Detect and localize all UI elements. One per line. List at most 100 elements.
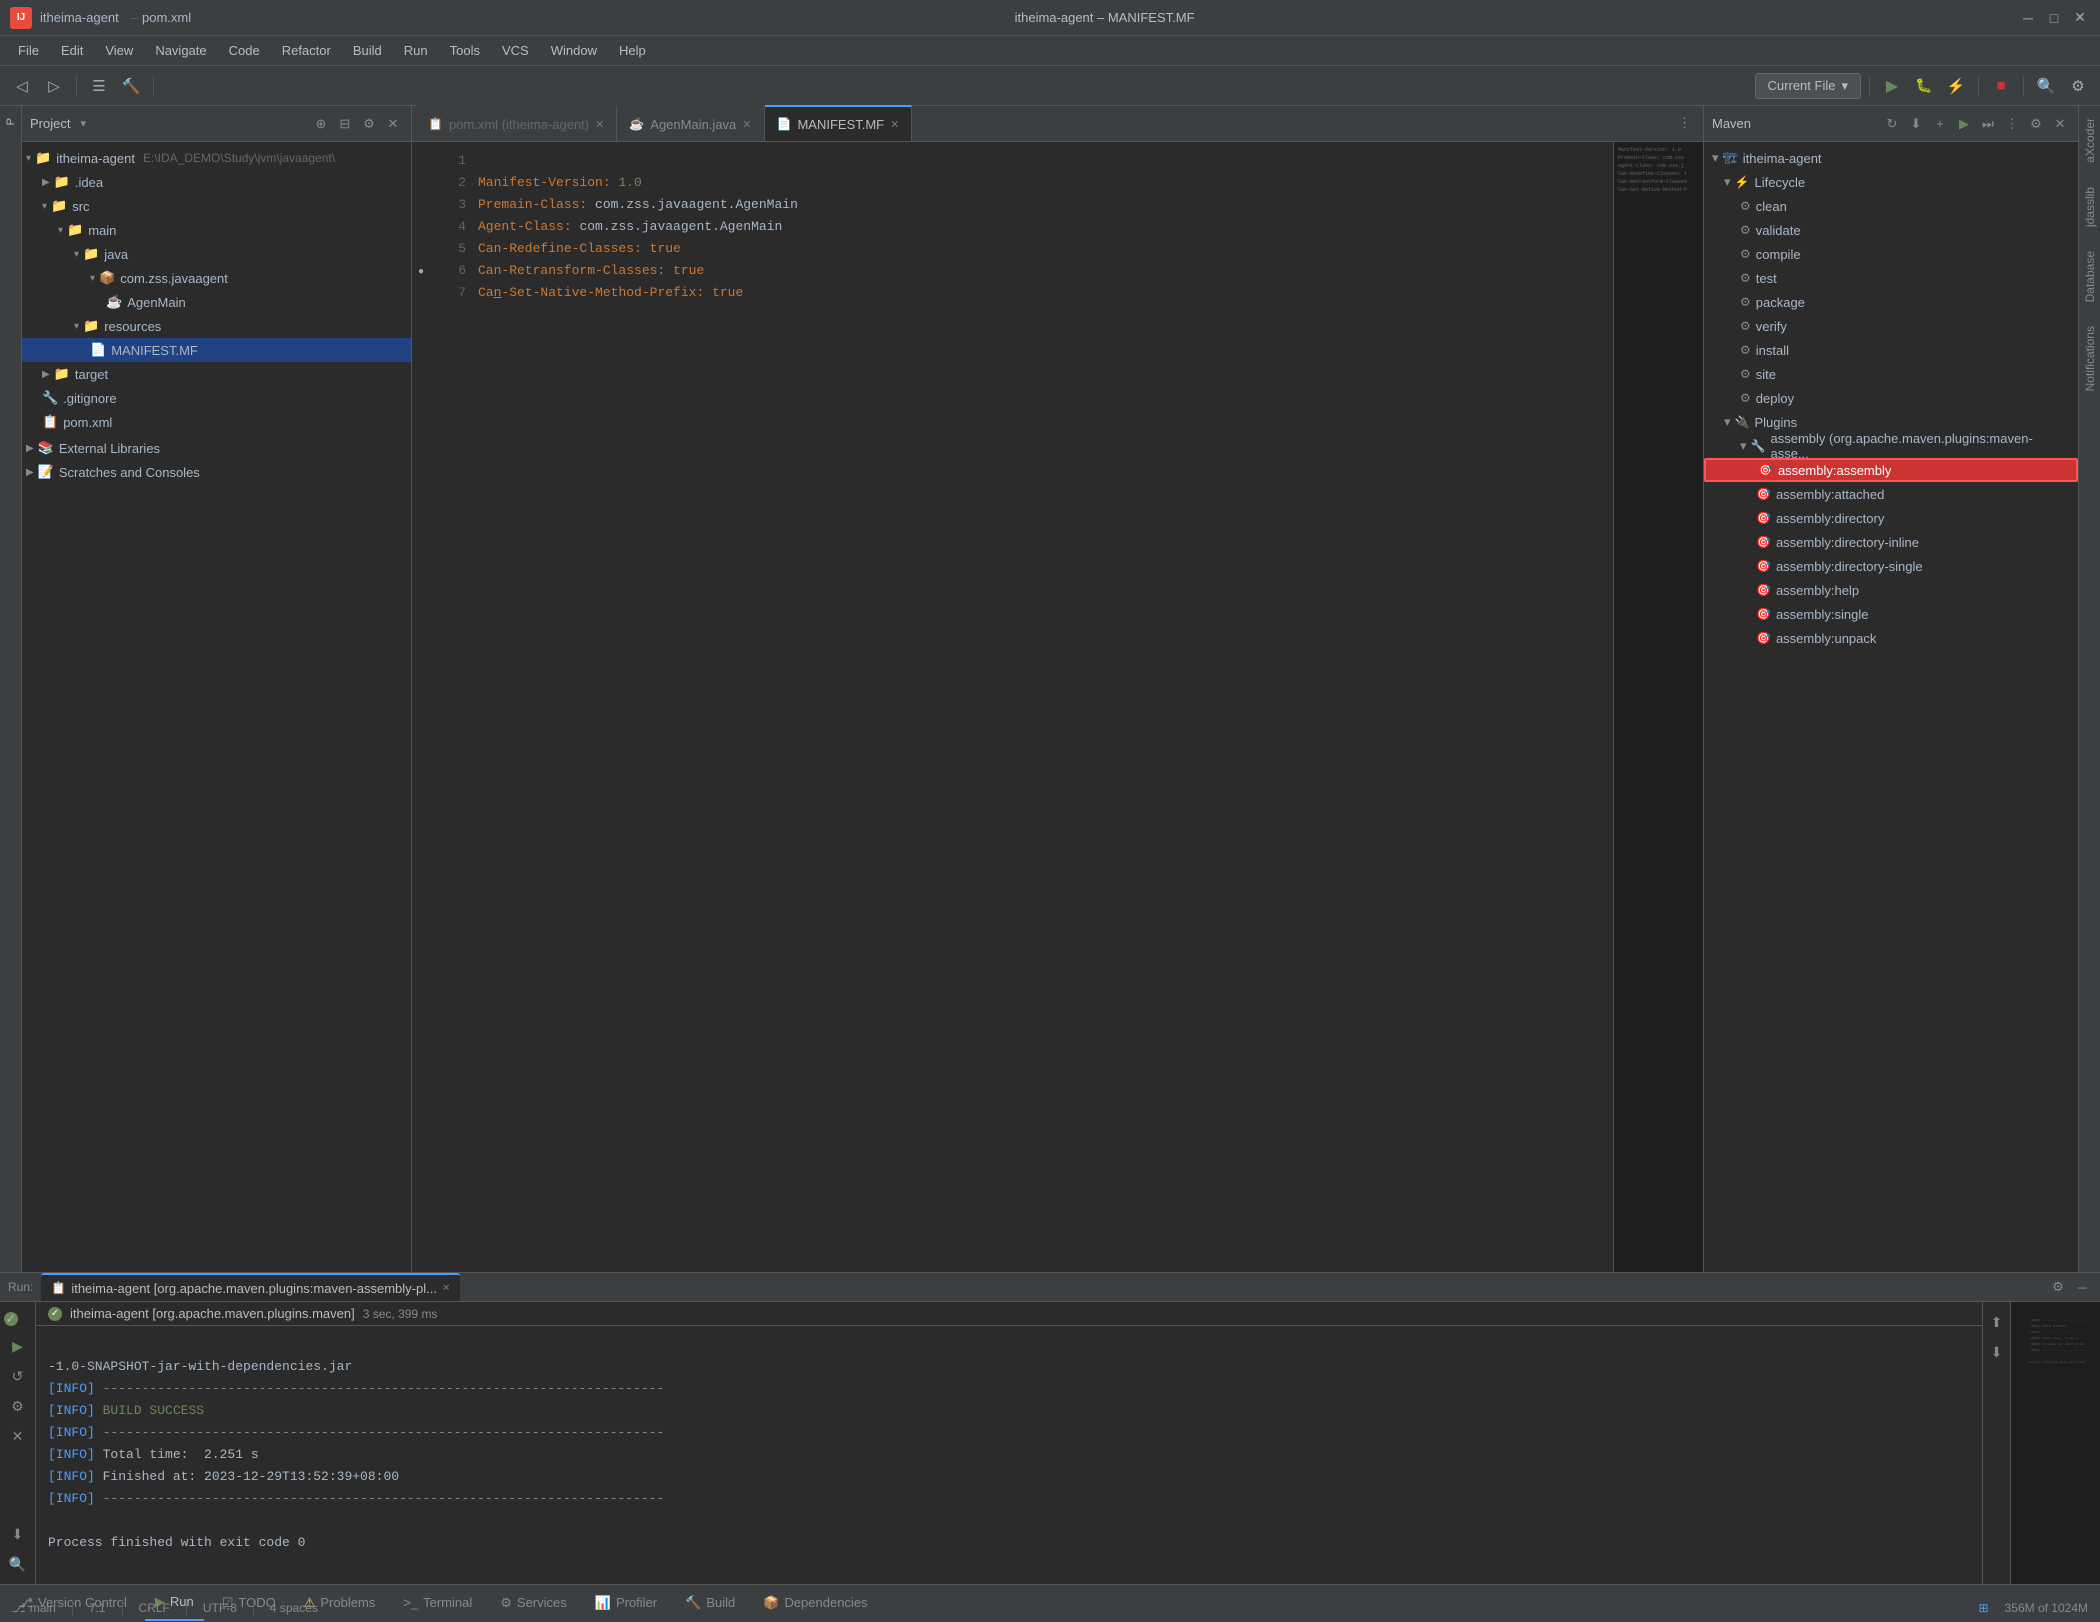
status-line-col[interactable]: 7:1: [89, 1601, 106, 1615]
code-content[interactable]: Manifest-Version: 1.0 Premain-Class: com…: [470, 142, 1613, 1272]
sidebar-tab-database[interactable]: Database: [2080, 239, 2100, 314]
toolbar-search[interactable]: 🔍: [2032, 72, 2060, 100]
toolbar-stop-button[interactable]: ■: [1987, 72, 2015, 100]
run-right-scroll-down[interactable]: ⬇: [1985, 1340, 2009, 1364]
sidebar-tab-axcoder[interactable]: aXcoder: [2080, 106, 2100, 175]
maven-goal-unpack[interactable]: 🎯 assembly:unpack: [1704, 626, 2078, 650]
menu-tools[interactable]: Tools: [440, 40, 490, 61]
run-close-button[interactable]: ✕: [6, 1424, 30, 1448]
maven-add-icon[interactable]: +: [1930, 114, 1950, 134]
current-file-selector[interactable]: Current File ▾: [1755, 73, 1861, 99]
maven-package[interactable]: ⚙ package: [1704, 290, 2078, 314]
menu-edit[interactable]: Edit: [51, 40, 93, 61]
maven-root[interactable]: ▾ 🏗 itheima-agent: [1704, 146, 2078, 170]
bottom-dependencies-tab[interactable]: 📦 Dependencies: [753, 1585, 877, 1621]
maven-compile[interactable]: ⚙ compile: [1704, 242, 2078, 266]
tree-manifest-file[interactable]: 📄 MANIFEST.MF: [22, 338, 411, 362]
maven-test[interactable]: ⚙ test: [1704, 266, 2078, 290]
collapse-all-icon[interactable]: ⊟: [335, 114, 355, 134]
status-vcs[interactable]: ⎇ main: [12, 1601, 56, 1615]
sidebar-project-icon[interactable]: P: [1, 110, 21, 133]
menu-code[interactable]: Code: [219, 40, 270, 61]
maven-skip-icon[interactable]: ⏭: [1978, 114, 1998, 134]
locate-icon[interactable]: ⊕: [311, 114, 331, 134]
maven-goal-single[interactable]: 🎯 assembly:single: [1704, 602, 2078, 626]
tab-pomxml[interactable]: 📋 pom.xml (itheima-agent) ✕: [416, 105, 617, 141]
tree-resources-folder[interactable]: ▾ 📁 resources: [22, 314, 411, 338]
bottom-tab-run-instance[interactable]: 📋 itheima-agent [org.apache.maven.plugin…: [41, 1273, 460, 1301]
tree-root[interactable]: ▾ 📁 itheima-agent E:\IDA_DEMO\Study\jvm\…: [22, 146, 411, 170]
status-indent[interactable]: 4 spaces: [270, 1601, 318, 1615]
bottom-build-tab[interactable]: 🔨 Build: [675, 1585, 745, 1621]
tree-java-folder[interactable]: ▾ 📁 java: [22, 242, 411, 266]
bottom-terminal-tab[interactable]: >_ Terminal: [393, 1585, 482, 1621]
maven-site[interactable]: ⚙ site: [1704, 362, 2078, 386]
maven-goal-directory[interactable]: 🎯 assembly:directory: [1704, 506, 2078, 530]
run-scroll-button[interactable]: ⬇: [6, 1522, 30, 1546]
run-filter-button[interactable]: 🔍: [6, 1552, 30, 1576]
tree-scratches[interactable]: ▶ 📝 Scratches and Consoles: [22, 460, 411, 484]
tab-agenmain-close[interactable]: ✕: [742, 118, 751, 131]
toolbar-recent-files[interactable]: ☰: [85, 72, 113, 100]
toolbar-run-button[interactable]: ▶: [1878, 72, 1906, 100]
run-right-scroll-up[interactable]: ⬆: [1985, 1310, 2009, 1334]
maven-assembly-plugin[interactable]: ▾ 🔧 assembly (org.apache.maven.plugins:m…: [1704, 434, 2078, 458]
menu-build[interactable]: Build: [343, 40, 392, 61]
toolbar-debug-button[interactable]: 🐛: [1910, 72, 1938, 100]
close-panel-icon[interactable]: ✕: [383, 114, 403, 134]
menu-run[interactable]: Run: [394, 40, 438, 61]
tree-gitignore[interactable]: 🔧 .gitignore: [22, 386, 411, 410]
bottom-profiler-tab[interactable]: 📊 Profiler: [585, 1585, 667, 1621]
toolbar-build[interactable]: 🔨: [117, 72, 145, 100]
maven-validate[interactable]: ⚙ validate: [1704, 218, 2078, 242]
status-encoding[interactable]: CRLF: [139, 1601, 170, 1615]
tab-manifest-close[interactable]: ✕: [890, 118, 899, 131]
run-rerun-button[interactable]: ↺: [6, 1364, 30, 1388]
maven-deploy[interactable]: ⚙ deploy: [1704, 386, 2078, 410]
maven-close-icon[interactable]: ✕: [2050, 114, 2070, 134]
toolbar-forward-button[interactable]: ▷: [40, 72, 68, 100]
run-settings-button[interactable]: ⚙: [6, 1394, 30, 1418]
menu-file[interactable]: File: [8, 40, 49, 61]
tab-manifest[interactable]: 📄 MANIFEST.MF ✕: [765, 105, 913, 141]
maven-goal-attached[interactable]: 🎯 assembly:attached: [1704, 482, 2078, 506]
run-hide-icon[interactable]: ─: [2072, 1277, 2092, 1297]
maven-lifecycle[interactable]: ▾ ⚡ Lifecycle: [1704, 170, 2078, 194]
menu-view[interactable]: View: [95, 40, 143, 61]
maven-settings-icon[interactable]: ⚙: [2026, 114, 2046, 134]
maven-install[interactable]: ⚙ install: [1704, 338, 2078, 362]
menu-refactor[interactable]: Refactor: [272, 40, 341, 61]
maven-goal-help[interactable]: 🎯 assembly:help: [1704, 578, 2078, 602]
editor-tab-more[interactable]: ⋮: [1670, 105, 1699, 141]
gear-settings-icon[interactable]: ⚙: [359, 114, 379, 134]
menu-help[interactable]: Help: [609, 40, 656, 61]
toolbar-back-button[interactable]: ◁: [8, 72, 36, 100]
tree-target-folder[interactable]: ▶ 📁 target: [22, 362, 411, 386]
run-play-button[interactable]: ▶: [6, 1334, 30, 1358]
maven-verify[interactable]: ⚙ verify: [1704, 314, 2078, 338]
maven-refresh-icon[interactable]: ↻: [1882, 114, 1902, 134]
maven-clean[interactable]: ⚙ clean: [1704, 194, 2078, 218]
status-charset[interactable]: UTF-8: [203, 1601, 237, 1615]
toolbar-run-coverage[interactable]: ⚡: [1942, 72, 1970, 100]
menu-navigate[interactable]: Navigate: [145, 40, 216, 61]
maven-download-icon[interactable]: ⬇: [1906, 114, 1926, 134]
tree-external-libs[interactable]: ▶ 📚 External Libraries: [22, 436, 411, 460]
sidebar-tab-jdasslib[interactable]: jdasslib: [2080, 175, 2100, 239]
run-instance-close[interactable]: ✕: [442, 1283, 450, 1294]
maven-goal-directory-inline[interactable]: 🎯 assembly:directory-inline: [1704, 530, 2078, 554]
tab-agenmain[interactable]: ☕ AgenMain.java ✕: [617, 105, 764, 141]
maven-more-icon[interactable]: ⋮: [2002, 114, 2022, 134]
run-settings-icon[interactable]: ⚙: [2048, 1277, 2068, 1297]
maven-goal-assembly[interactable]: 🎯 assembly:assembly: [1704, 458, 2078, 482]
minimize-button[interactable]: ─: [2018, 8, 2038, 28]
tree-idea-folder[interactable]: ▶ 📁 .idea: [22, 170, 411, 194]
tree-src-folder[interactable]: ▾ 📁 src: [22, 194, 411, 218]
menu-window[interactable]: Window: [541, 40, 607, 61]
status-memory[interactable]: 356M of 1024M: [2005, 1601, 2088, 1615]
maven-run-icon[interactable]: ▶: [1954, 114, 1974, 134]
tab-pom-close[interactable]: ✕: [595, 118, 604, 131]
maven-goal-directory-single[interactable]: 🎯 assembly:directory-single: [1704, 554, 2078, 578]
toolbar-settings[interactable]: ⚙: [2064, 72, 2092, 100]
menu-vcs[interactable]: VCS: [492, 40, 539, 61]
